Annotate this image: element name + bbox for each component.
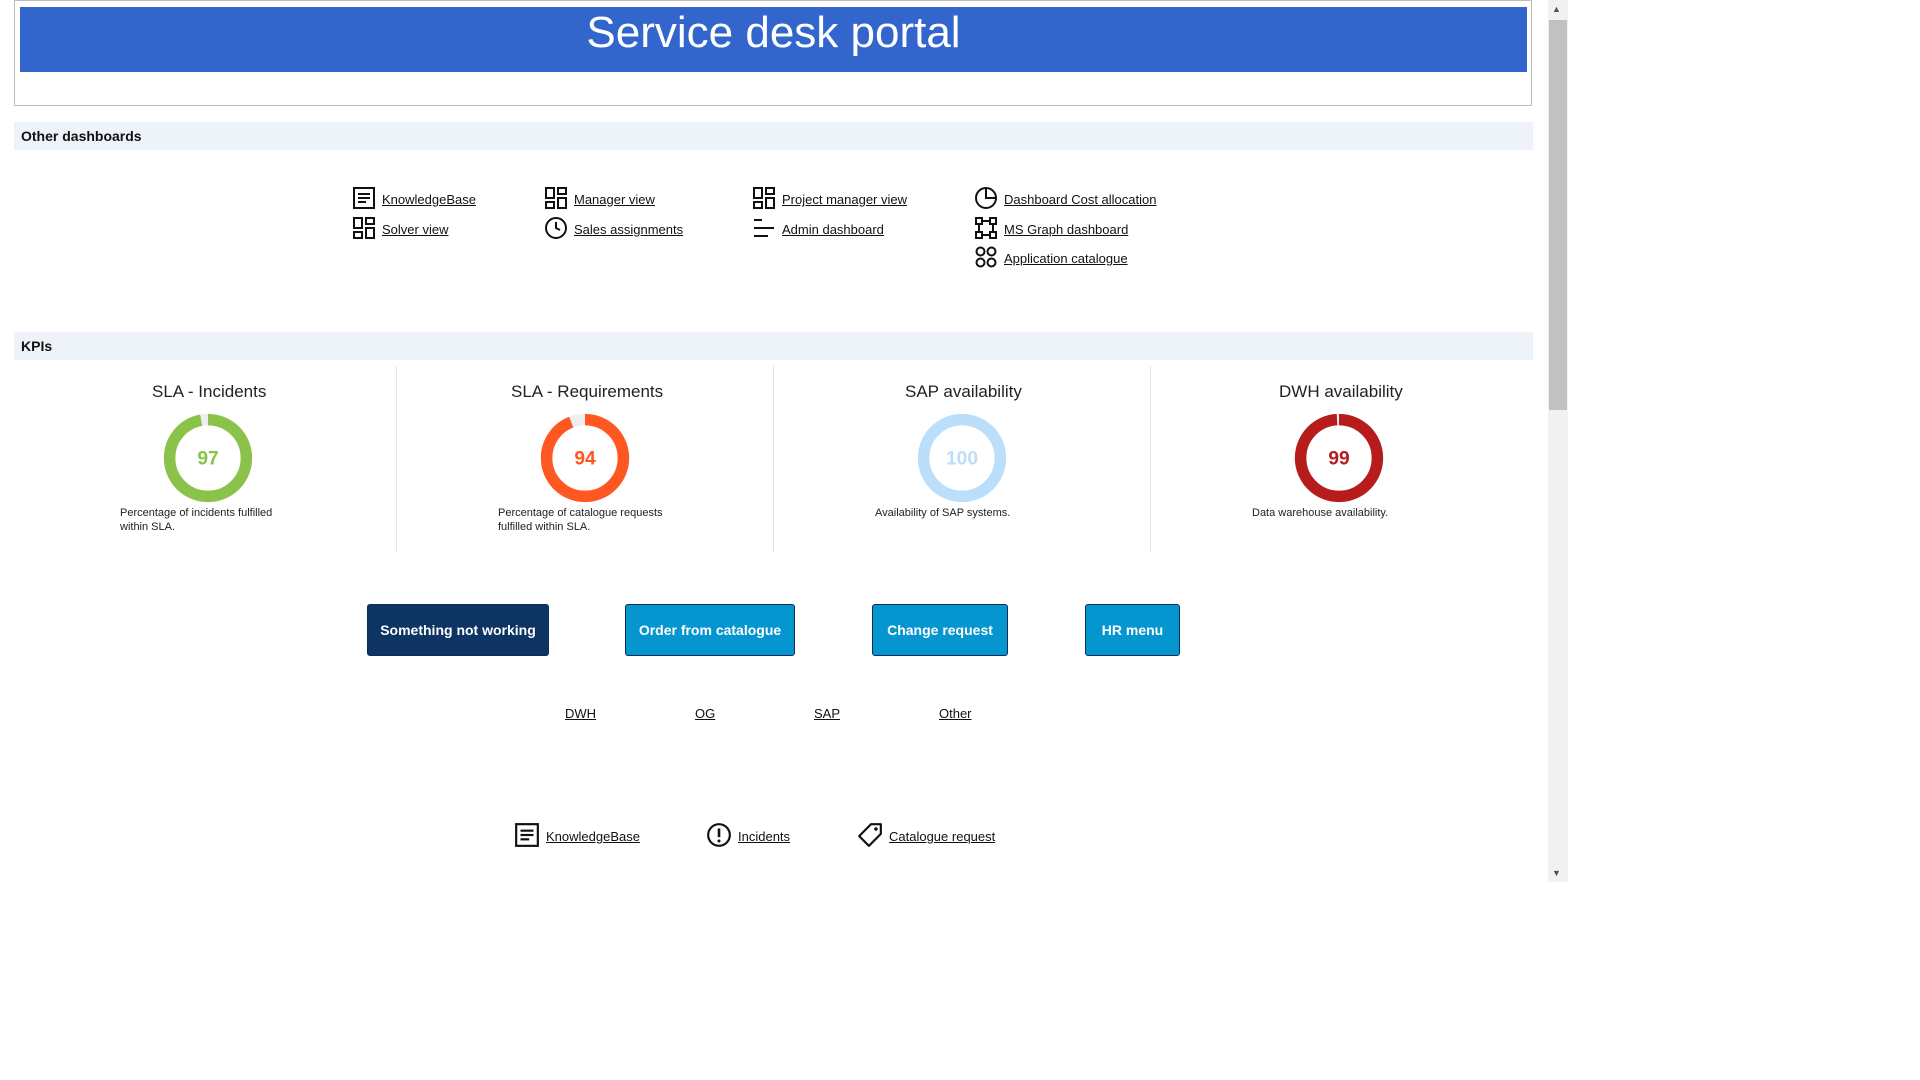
dashboard-link-label[interactable]: Sales assignments xyxy=(574,222,683,237)
dashboard-link-label[interactable]: MS Graph dashboard xyxy=(1004,222,1128,237)
dashboard-link-label[interactable]: KnowledgeBase xyxy=(382,192,476,207)
dashboard-link-ms-graph[interactable]: MS Graph dashboard xyxy=(974,216,1128,243)
dashboard-link-label[interactable]: Solver view xyxy=(382,222,448,237)
dashboard-grid-icon xyxy=(752,186,776,213)
dashboard-link-cost-allocation[interactable]: Dashboard Cost allocation xyxy=(974,186,1156,213)
kpi-value: 97 xyxy=(197,449,218,470)
graph-nodes-icon xyxy=(974,216,998,243)
clock-icon xyxy=(544,216,568,243)
kpi-sla-incidents: SLA - Incidents 97 Percentage of inciden… xyxy=(20,366,396,552)
alert-circle-icon xyxy=(706,822,732,851)
dashboard-grid-icon xyxy=(352,216,376,243)
dashboard-link-admin-dashboard[interactable]: Admin dashboard xyxy=(752,216,884,243)
page-title: Service desk portal xyxy=(20,7,1527,72)
section-other-dashboards: Other dashboards xyxy=(14,122,1533,150)
dashboard-link-knowledgebase[interactable]: KnowledgeBase xyxy=(352,186,476,213)
link-sap[interactable]: SAP xyxy=(814,706,840,721)
kpi-value: 94 xyxy=(574,449,596,470)
scrollbar-thumb[interactable] xyxy=(1549,20,1567,410)
dashboard-grid-icon xyxy=(544,186,568,213)
link-other[interactable]: Other xyxy=(939,706,972,721)
article-icon xyxy=(514,822,540,851)
link-og[interactable]: OG xyxy=(695,706,715,721)
kpi-gauge: 94 xyxy=(540,413,630,503)
apps-icon xyxy=(974,245,998,272)
dashboard-link-manager-view[interactable]: Manager view xyxy=(544,186,655,213)
dashboard-link-label[interactable]: Admin dashboard xyxy=(782,222,884,237)
kpi-gauge: 97 xyxy=(163,413,253,503)
bottom-link-knowledgebase[interactable]: KnowledgeBase xyxy=(514,822,640,851)
dashboard-link-label[interactable]: Project manager view xyxy=(782,192,907,207)
dashboard-link-sales-assignments[interactable]: Sales assignments xyxy=(544,216,683,243)
something-not-working-button[interactable]: Something not working xyxy=(367,604,549,656)
section-kpis: KPIs xyxy=(14,332,1533,360)
kpi-gauge: 99 xyxy=(1294,413,1384,503)
pie-chart-icon xyxy=(974,186,998,213)
dashboard-link-label[interactable]: Dashboard Cost allocation xyxy=(1004,192,1156,207)
kpi-description: Data warehouse availability. xyxy=(1252,507,1389,519)
kpi-title: SAP availability xyxy=(905,382,1022,401)
kpi-gauge: 100 xyxy=(917,413,1007,503)
align-lines-icon xyxy=(752,216,776,243)
order-from-catalogue-button[interactable]: Order from catalogue xyxy=(625,604,795,656)
bottom-link-catalogue-request[interactable]: Catalogue request xyxy=(857,822,995,851)
dashboard-link-label[interactable]: Manager view xyxy=(574,192,655,207)
kpi-description: Percentage of incidents fulfilled within… xyxy=(120,507,273,533)
tag-icon xyxy=(857,822,883,851)
scroll-down-arrow-icon[interactable]: ▼ xyxy=(1552,868,1561,878)
kpi-description: Percentage of catalogue requests fulfill… xyxy=(498,507,663,533)
kpi-sap-availability: SAP availability 100 Availability of SAP… xyxy=(774,366,1150,552)
dashboard-link-application-catalogue[interactable]: Application catalogue xyxy=(974,245,1128,272)
bottom-link-label[interactable]: KnowledgeBase xyxy=(546,829,640,844)
kpi-description: Availability of SAP systems. xyxy=(875,507,1011,519)
bottom-link-incidents[interactable]: Incidents xyxy=(706,822,790,851)
kpi-title: SLA - Requirements xyxy=(511,382,664,401)
kpi-value: 100 xyxy=(946,449,978,470)
change-request-button[interactable]: Change request xyxy=(872,604,1008,656)
article-icon xyxy=(352,186,376,213)
kpi-value: 99 xyxy=(1328,449,1349,470)
link-dwh[interactable]: DWH xyxy=(565,706,596,721)
dashboard-link-project-manager-view[interactable]: Project manager view xyxy=(752,186,907,213)
kpi-sla-requirements: SLA - Requirements 94 Percentage of cata… xyxy=(397,366,773,552)
kpi-title: DWH availability xyxy=(1279,382,1403,401)
kpi-title: SLA - Incidents xyxy=(152,382,267,401)
dashboard-link-solver-view[interactable]: Solver view xyxy=(352,216,448,243)
kpi-dwh-availability: DWH availability 99 Data warehouse avail… xyxy=(1151,366,1527,552)
scroll-up-arrow-icon[interactable]: ▲ xyxy=(1552,4,1561,14)
bottom-link-label[interactable]: Catalogue request xyxy=(889,829,995,844)
hr-menu-button[interactable]: HR menu xyxy=(1085,604,1180,656)
bottom-link-label[interactable]: Incidents xyxy=(738,829,790,844)
dashboard-link-label[interactable]: Application catalogue xyxy=(1004,251,1128,266)
